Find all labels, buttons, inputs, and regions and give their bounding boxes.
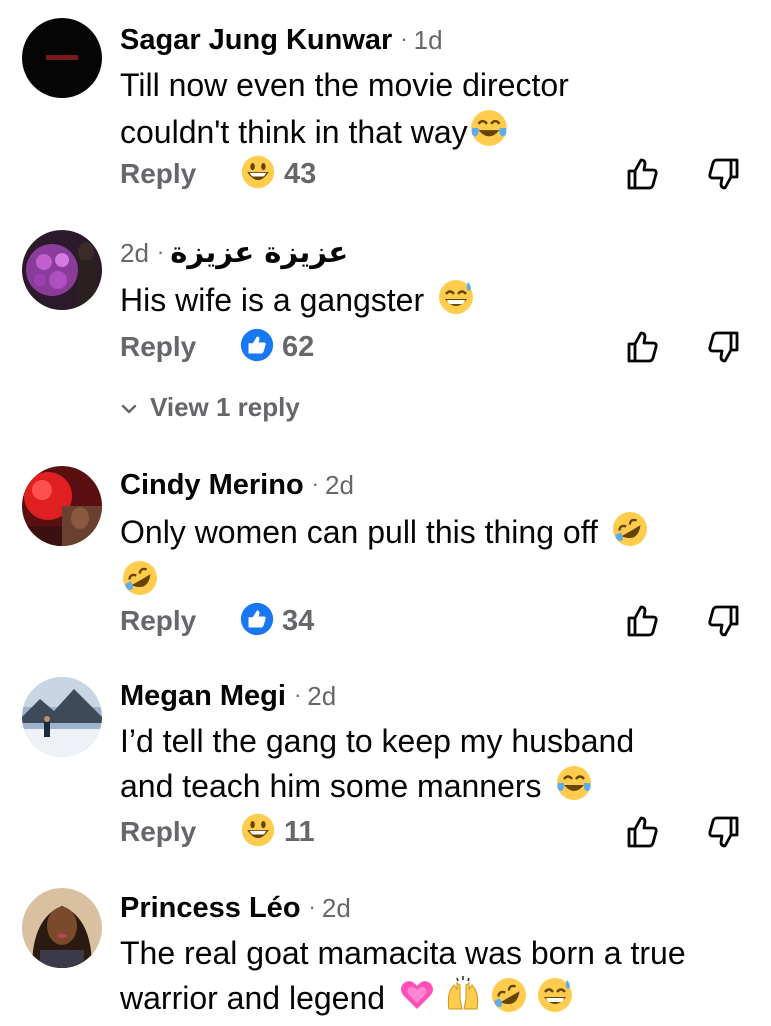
- comment-time[interactable]: 2d: [322, 893, 351, 923]
- comment-time[interactable]: 2d: [325, 470, 354, 500]
- avatar[interactable]: [22, 230, 102, 310]
- sweat-smile-emoji-icon: [535, 975, 575, 1026]
- raising-hands-emoji-icon: [443, 975, 483, 1026]
- comment-author[interactable]: Sagar Jung Kunwar: [120, 24, 392, 56]
- view-replies-label: View 1 reply: [150, 392, 300, 422]
- comment-text: The real goat mamacita was born a true w…: [120, 932, 747, 1026]
- comment-time[interactable]: 1d: [414, 25, 443, 55]
- thumbs-down-icon[interactable]: [703, 601, 743, 641]
- comment-text-line: warrior and legend: [120, 980, 386, 1016]
- separator-dot: ·: [293, 682, 302, 707]
- comment-author[interactable]: Cindy Merino: [120, 469, 304, 501]
- separator-dot: ·: [156, 239, 165, 264]
- like-reaction-icon: [240, 602, 274, 641]
- view-replies-link[interactable]: View 1 reply: [120, 392, 300, 423]
- rofl-emoji-icon: [610, 509, 650, 560]
- reply-button[interactable]: Reply: [120, 605, 196, 637]
- thumbs-down-icon[interactable]: [703, 327, 743, 367]
- avatar[interactable]: [22, 888, 102, 968]
- separator-dot: ·: [400, 26, 408, 51]
- reaction-count: 11: [284, 815, 315, 848]
- reply-button[interactable]: Reply: [120, 158, 196, 190]
- reaction-summary[interactable]: 43: [240, 154, 316, 194]
- reply-button[interactable]: Reply: [120, 331, 196, 363]
- like-reaction-icon: [240, 328, 274, 367]
- grin-emoji-icon: [240, 812, 276, 853]
- comment-text: His wife is a gangster: [120, 277, 747, 328]
- comment-time[interactable]: 2d: [307, 681, 336, 711]
- comment-text-line: His wife is a gangster: [120, 282, 425, 318]
- thumbs-down-icon[interactable]: [703, 154, 743, 194]
- avatar[interactable]: [22, 677, 102, 757]
- tears-of-joy-emoji-icon: [468, 107, 510, 160]
- tears-of-joy-emoji-icon: [554, 763, 594, 814]
- grin-emoji-icon: [240, 154, 276, 195]
- reaction-summary[interactable]: 11: [240, 812, 315, 852]
- reaction-summary[interactable]: 62: [240, 327, 314, 367]
- separator-dot: ·: [308, 894, 316, 919]
- reaction-summary[interactable]: 34: [240, 601, 314, 641]
- reaction-count: 43: [284, 157, 317, 190]
- comment-text-line: Only women can pull this thing off: [120, 514, 598, 550]
- thumbs-up-icon[interactable]: [623, 154, 663, 194]
- growing-heart-emoji-icon: [397, 975, 437, 1026]
- chevron-down-icon: [120, 392, 138, 423]
- comment-text-line: and teach him some manners: [120, 768, 542, 804]
- comment-text-line: The real goat mamacita was born a true: [120, 935, 686, 971]
- thumbs-up-icon[interactable]: [623, 327, 663, 367]
- comment-text: Till now even the movie director couldn'…: [120, 64, 747, 160]
- comment-author[interactable]: Megan Megi: [120, 680, 286, 712]
- comment-time[interactable]: 2d: [120, 238, 149, 268]
- comment-text-line: Till now even the movie director: [120, 67, 569, 103]
- thumbs-up-icon[interactable]: [623, 601, 663, 641]
- sweat-smile-emoji-icon: [436, 277, 476, 328]
- comment-text-line: I’d tell the gang to keep my husband: [120, 723, 635, 759]
- reply-button[interactable]: Reply: [120, 816, 196, 848]
- comment-text: Only women can pull this thing off: [120, 509, 747, 609]
- comment-text: I’d tell the gang to keep my husband and…: [120, 720, 747, 814]
- comment-author[interactable]: عزيزة عزيزة: [170, 235, 348, 269]
- reaction-count: 34: [282, 604, 315, 637]
- comment-text-line: couldn't think in that way: [120, 114, 468, 150]
- thumbs-up-icon[interactable]: [623, 812, 663, 852]
- avatar[interactable]: [22, 466, 102, 546]
- comment-author[interactable]: Princess Léo: [120, 892, 301, 924]
- avatar[interactable]: [22, 18, 102, 98]
- thumbs-down-icon[interactable]: [703, 812, 743, 852]
- reaction-count: 62: [282, 330, 315, 363]
- separator-dot: ·: [311, 471, 319, 496]
- rofl-emoji-icon: [489, 975, 529, 1026]
